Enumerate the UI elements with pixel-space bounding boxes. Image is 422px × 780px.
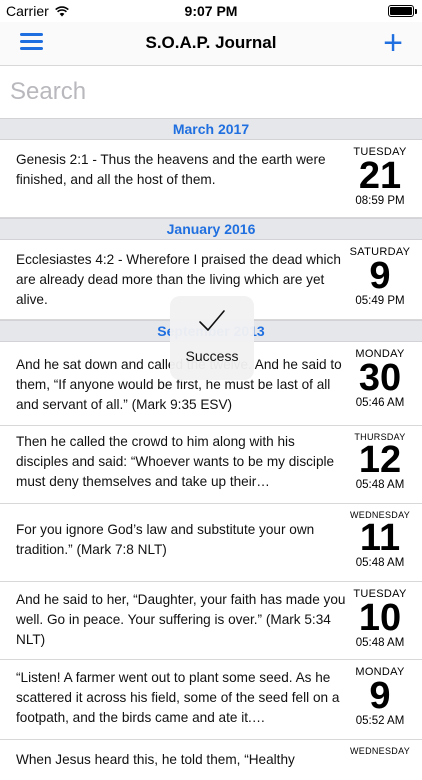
entry-time: 05:48 AM — [355, 479, 405, 491]
entry-date: WEDNESDAY — [348, 740, 412, 756]
journal-entry[interactable]: When Jesus heard this, he told them, “He… — [0, 740, 422, 780]
entry-text: And he said to her, “Daughter, your fait… — [16, 592, 346, 647]
journal-entry[interactable]: Genesis 2:1 - Thus the heavens and the e… — [0, 140, 422, 218]
section-header: March 2017 — [0, 118, 422, 140]
entry-date: THURSDAY 12 05:48 AM — [348, 426, 412, 491]
search-input[interactable] — [10, 76, 410, 108]
success-hud: Success — [170, 296, 254, 380]
entry-text: “Listen! A farmer went out to plant some… — [16, 670, 340, 725]
journal-entry[interactable]: “Listen! A farmer went out to plant some… — [0, 660, 422, 740]
page-title: S.O.A.P. Journal — [145, 33, 277, 52]
search-bar — [0, 66, 422, 118]
battery-icon — [388, 5, 417, 17]
navigation-bar: S.O.A.P. Journal + — [0, 22, 422, 66]
entry-time: 05:48 AM — [355, 557, 405, 569]
journal-list: March 2017 Genesis 2:1 - Thus the heaven… — [0, 118, 422, 780]
entry-day: 10 — [358, 597, 402, 639]
checkmark-icon — [199, 310, 225, 331]
entry-date: WEDNESDAY 11 05:48 AM — [348, 504, 412, 569]
plus-icon[interactable]: + — [382, 26, 404, 60]
entry-day: 30 — [358, 357, 402, 399]
entry-date: MONDAY 30 05:46 AM — [348, 342, 412, 409]
journal-entry[interactable]: Then he called the crowd to him along wi… — [0, 426, 422, 504]
section-header: January 2016 — [0, 218, 422, 240]
entry-time: 05:52 AM — [355, 715, 405, 727]
entry-time: 05:48 AM — [355, 637, 405, 649]
entry-text: For you ignore God’s law and substitute … — [16, 522, 315, 557]
journal-entry[interactable]: And he said to her, “Daughter, your fait… — [0, 582, 422, 660]
entry-day: 21 — [358, 155, 402, 197]
journal-entry[interactable]: For you ignore God’s law and substitute … — [0, 504, 422, 582]
entry-date: TUESDAY 10 05:48 AM — [348, 582, 412, 649]
success-label: Success — [185, 348, 239, 364]
entry-time: 05:49 PM — [355, 295, 405, 307]
entry-text: Genesis 2:1 - Thus the heavens and the e… — [16, 152, 326, 187]
entry-day: 11 — [359, 517, 401, 559]
status-bar: Carrier 9:07 PM — [0, 0, 422, 22]
entry-date: SATURDAY 9 05:49 PM — [348, 240, 412, 307]
entry-day: 12 — [358, 439, 402, 481]
entry-date: MONDAY 9 05:52 AM — [348, 660, 412, 727]
entry-text: When Jesus heard this, he told them, “He… — [16, 752, 295, 767]
status-time: 9:07 PM — [184, 3, 238, 19]
entry-time: 08:59 PM — [355, 195, 405, 207]
entry-weekday: WEDNESDAY — [349, 746, 411, 756]
entry-text: Then he called the crowd to him along wi… — [16, 434, 335, 489]
entry-day: 9 — [369, 675, 391, 717]
entry-day: 9 — [369, 255, 391, 297]
entry-time: 05:46 AM — [355, 397, 405, 409]
entry-date: TUESDAY 21 08:59 PM — [348, 140, 412, 207]
